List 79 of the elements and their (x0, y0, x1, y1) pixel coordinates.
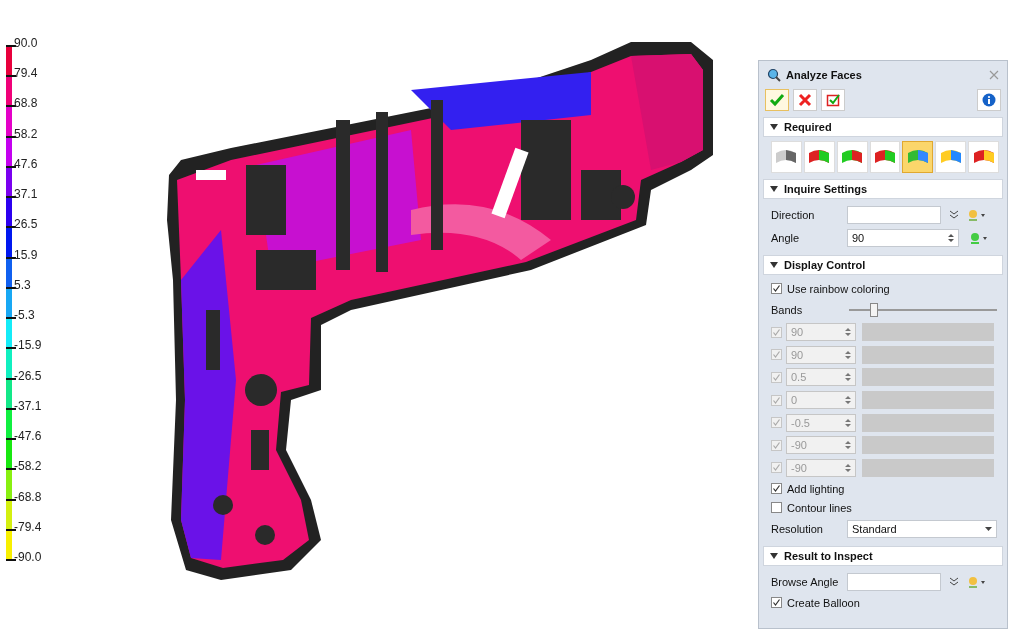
ok-button[interactable] (765, 89, 789, 111)
double-chevron-icon[interactable] (949, 209, 959, 220)
info-icon (982, 93, 996, 107)
legend-label: 58.2 (14, 126, 38, 141)
pick-icon[interactable] (967, 208, 987, 221)
browse-angle-field[interactable] (847, 572, 941, 591)
spinner-arrows-icon[interactable] (845, 462, 851, 473)
checkbox-icon (771, 597, 782, 609)
band-color-swatch[interactable] (862, 436, 994, 455)
face-type-button[interactable] (902, 141, 934, 173)
legend-label: -90.0 (14, 550, 42, 564)
field-label: Bands (771, 303, 804, 316)
checkbox-icon (771, 502, 782, 514)
panel-title: Analyze Faces (786, 69, 863, 81)
face-type-button[interactable] (803, 141, 835, 173)
legend-label: 47.6 (14, 156, 38, 171)
legend-label: 15.9 (14, 247, 38, 262)
direction-field[interactable] (847, 205, 941, 224)
checkmark-icon (769, 93, 785, 107)
checked-box-icon (826, 93, 840, 107)
spinner-arrows-icon[interactable] (845, 417, 851, 428)
lighting-checkbox[interactable]: Add lighting (771, 479, 999, 499)
caret-icon (985, 526, 992, 531)
band-color-swatch[interactable] (862, 391, 994, 410)
close-icon[interactable] (989, 70, 999, 80)
resolution-dropdown[interactable]: Standard (847, 519, 997, 538)
legend-label: 5.3 (14, 277, 31, 292)
spinner-arrows-icon[interactable] (948, 232, 954, 243)
section-header[interactable]: Result to Inspect (763, 546, 1003, 567)
checkbox-icon (771, 283, 782, 294)
band-color-swatch[interactable] (862, 323, 994, 342)
legend-label: 68.8 (14, 96, 38, 111)
legend-label: 26.5 (14, 217, 38, 232)
legend-label: -15.9 (14, 338, 42, 353)
legend-label: 79.4 (14, 66, 38, 81)
spinner-arrows-icon[interactable] (845, 372, 851, 383)
apply-button[interactable] (821, 89, 845, 111)
field-label: Direction (771, 208, 816, 221)
legend-label: -26.5 (14, 368, 42, 383)
pick-icon[interactable] (967, 575, 987, 588)
band-color-swatch[interactable] (862, 458, 994, 477)
field-label: Resolution (771, 522, 824, 535)
checkbox-icon (771, 483, 782, 495)
legend-label: 37.1 (14, 187, 38, 202)
spinner-arrows-icon[interactable] (845, 349, 851, 360)
section-header[interactable]: Display Control (763, 255, 1003, 275)
field-label: Angle (771, 231, 801, 244)
face-type-button[interactable] (836, 141, 868, 173)
magnifier-icon (767, 68, 781, 82)
cross-icon (798, 93, 812, 107)
legend-label: -37.1 (14, 398, 42, 413)
face-type-button[interactable] (771, 141, 802, 173)
band-color-swatch[interactable] (862, 368, 994, 387)
legend-label: -47.6 (14, 429, 42, 444)
contour-checkbox[interactable]: Contour lines (771, 498, 999, 518)
legend-label: -58.2 (14, 459, 42, 474)
balloon-checkbox[interactable]: Create Balloon (771, 593, 999, 613)
face-type-button[interactable] (869, 141, 901, 173)
double-chevron-icon[interactable] (949, 576, 959, 587)
spinner-arrows-icon[interactable] (845, 395, 851, 406)
pick-icon[interactable] (969, 231, 989, 244)
legend-label: -79.4 (14, 519, 42, 534)
band-color-swatch[interactable] (862, 413, 994, 432)
face-type-button[interactable] (968, 141, 999, 173)
spinner-arrows-icon[interactable] (845, 327, 851, 338)
section-header[interactable]: Inquire Settings (763, 179, 1003, 199)
spinner-arrows-icon[interactable] (845, 440, 851, 451)
rainbow-checkbox[interactable]: Use rainbow coloring (771, 279, 999, 298)
legend-label: -5.3 (14, 308, 35, 323)
section-header[interactable]: Required (763, 117, 1003, 137)
face-type-button[interactable] (935, 141, 967, 173)
cancel-button[interactable] (793, 89, 817, 111)
angle-field[interactable]: 90 (847, 228, 959, 247)
info-button[interactable] (977, 89, 1001, 111)
legend-label: 90.0 (14, 36, 38, 50)
band-color-swatch[interactable] (862, 345, 994, 364)
legend-label: -68.8 (14, 489, 42, 504)
field-label: Browse Angle (771, 575, 840, 588)
bands-slider[interactable] (849, 302, 997, 317)
